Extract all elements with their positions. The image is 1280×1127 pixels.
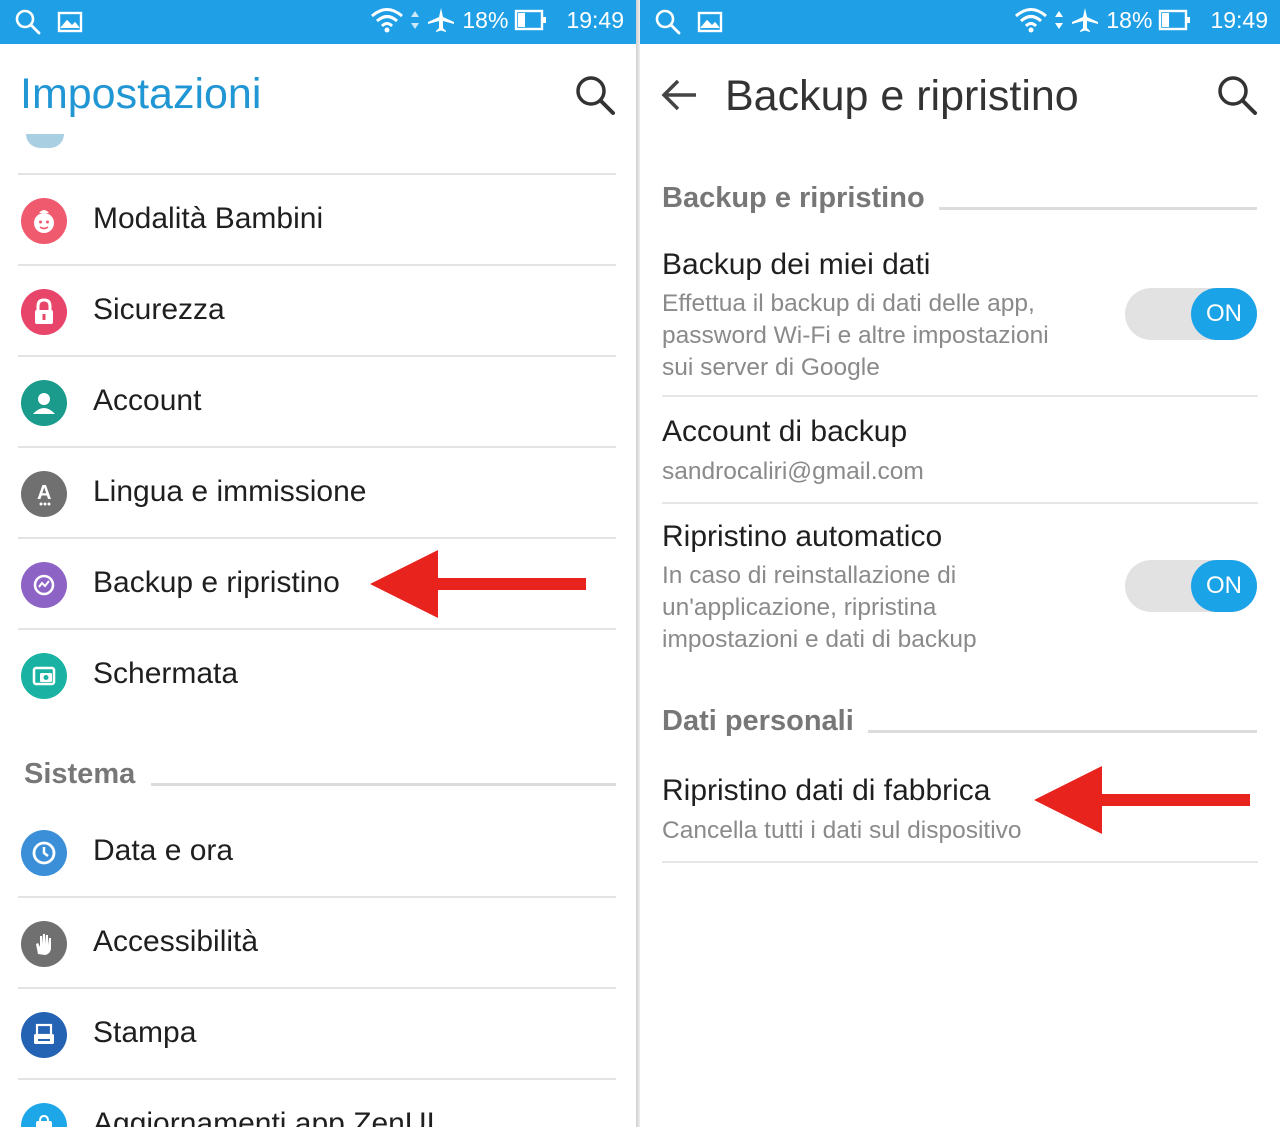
- account-icon: [21, 380, 67, 426]
- data-arrows-icon: [411, 11, 420, 29]
- sidebar-item-label: Stampa: [93, 1016, 197, 1049]
- status-bar: 18% 19:49: [0, 0, 636, 44]
- sidebar-item-date-time[interactable]: Data e ora: [18, 807, 616, 898]
- battery-icon: [515, 9, 547, 31]
- section-divider: [151, 783, 616, 786]
- sidebar-item-print[interactable]: Stampa: [18, 989, 616, 1080]
- sidebar-item-label: Schermata: [93, 657, 239, 690]
- sidebar-item-kids-mode[interactable]: Modalità Bambini: [18, 175, 616, 266]
- partial-icon: [26, 134, 64, 148]
- gallery-icon: [697, 11, 723, 33]
- update-icon: [21, 1103, 67, 1127]
- kids-mode-icon: [21, 198, 67, 244]
- lock-icon: [21, 289, 67, 335]
- sidebar-item-accessibility[interactable]: Accessibilità: [18, 898, 616, 989]
- sidebar-item-label: Aggiornamenti app ZenUI: [93, 1107, 435, 1127]
- sidebar-item-label: Modalità Bambini: [93, 202, 324, 235]
- backup-toggle[interactable]: ON: [1125, 288, 1257, 340]
- page-title: Backup e ripristino: [725, 72, 1079, 120]
- data-arrows-icon: [1055, 11, 1064, 29]
- auto-restore-toggle[interactable]: ON: [1125, 560, 1257, 612]
- status-bar: 18% 19:49: [640, 0, 1280, 44]
- backup-icon: [21, 562, 67, 608]
- subtitle-line: sui server di Google: [662, 354, 880, 381]
- setting-title: Account di backup: [662, 415, 908, 448]
- toggle-thumb: ON: [1191, 288, 1257, 340]
- setting-title: Ripristino dati di fabbrica: [662, 774, 991, 807]
- svg-text:A: A: [37, 482, 51, 504]
- account-email: sandrocaliri@gmail.com: [662, 458, 924, 485]
- language-icon: A: [21, 471, 67, 517]
- back-arrow-icon: [661, 79, 696, 111]
- back-button[interactable]: [660, 75, 704, 115]
- setting-subtitle: In caso di reinstallazione di un'applica…: [662, 560, 977, 656]
- subtitle-line: impostazioni e dati di backup: [662, 626, 977, 653]
- sidebar-item-label: Account: [93, 384, 202, 417]
- sidebar-item-label: Lingua e immissione: [93, 475, 367, 508]
- sidebar-item-language[interactable]: A Lingua e immissione: [18, 448, 616, 539]
- search-button[interactable]: [1214, 72, 1260, 118]
- battery-percent: 18%: [1106, 6, 1153, 33]
- auto-restore-row[interactable]: Ripristino automatico In caso di reinsta…: [662, 517, 1258, 657]
- setting-title: Ripristino automatico: [662, 520, 943, 553]
- airplane-icon: [1072, 8, 1099, 32]
- sidebar-item-account[interactable]: Account: [18, 357, 616, 448]
- subtitle-line: Effettua il backup di dati delle app,: [662, 290, 1035, 317]
- battery-percent: 18%: [462, 6, 509, 33]
- toggle-thumb: ON: [1191, 560, 1257, 612]
- setting-subtitle: Cancella tutti i dati sul dispositivo: [662, 817, 1022, 844]
- wifi-icon: [1015, 8, 1048, 33]
- settings-screen: 18% 19:49 Impostazioni Modalità Bambini …: [0, 0, 636, 1127]
- clock-icon: [21, 830, 67, 876]
- sidebar-item-zenui-updates[interactable]: Aggiornamenti app ZenUI: [18, 1080, 616, 1127]
- section-divider: [939, 207, 1257, 210]
- hand-icon: [21, 921, 67, 967]
- section-divider: [868, 730, 1257, 733]
- red-arrow-annotation: [1034, 766, 1250, 834]
- red-arrow-annotation: [370, 550, 586, 618]
- screenshot-icon: [21, 653, 67, 699]
- backup-my-data-row[interactable]: Backup dei miei dati Effettua il backup …: [662, 245, 1258, 397]
- clock-time: 19:49: [566, 6, 624, 33]
- sidebar-item-security[interactable]: Sicurezza: [18, 266, 616, 357]
- battery-icon: [1159, 9, 1191, 31]
- sidebar-item-label: Data e ora: [93, 834, 234, 867]
- airplane-icon: [428, 8, 455, 32]
- backup-account-row[interactable]: Account di backup sandrocaliri@gmail.com: [662, 412, 1258, 504]
- subtitle-line: un'applicazione, ripristina: [662, 594, 937, 621]
- section-title-personal-data: Dati personali: [662, 705, 854, 737]
- wifi-icon: [371, 8, 404, 33]
- section-title-system: Sistema: [24, 758, 136, 790]
- clock-time: 19:49: [1210, 6, 1268, 33]
- section-title-backup: Backup e ripristino: [662, 182, 925, 214]
- subtitle-line: In caso di reinstallazione di: [662, 562, 957, 589]
- search-icon: [655, 9, 681, 35]
- setting-subtitle: Effettua il backup di dati delle app, pa…: [662, 288, 1049, 384]
- sidebar-item-label: Accessibilità: [93, 925, 259, 958]
- list-item-partial[interactable]: [18, 82, 616, 175]
- sidebar-item-screen[interactable]: Schermata: [18, 630, 616, 721]
- sidebar-item-label: Backup e ripristino: [93, 566, 340, 599]
- subtitle-line: password Wi-Fi e altre impostazioni: [662, 322, 1049, 349]
- search-icon: [1218, 76, 1257, 115]
- setting-title: Backup dei miei dati: [662, 248, 931, 281]
- sidebar-item-label: Sicurezza: [93, 293, 225, 326]
- search-icon: [15, 9, 41, 35]
- gallery-icon: [57, 11, 83, 33]
- print-icon: [21, 1012, 67, 1058]
